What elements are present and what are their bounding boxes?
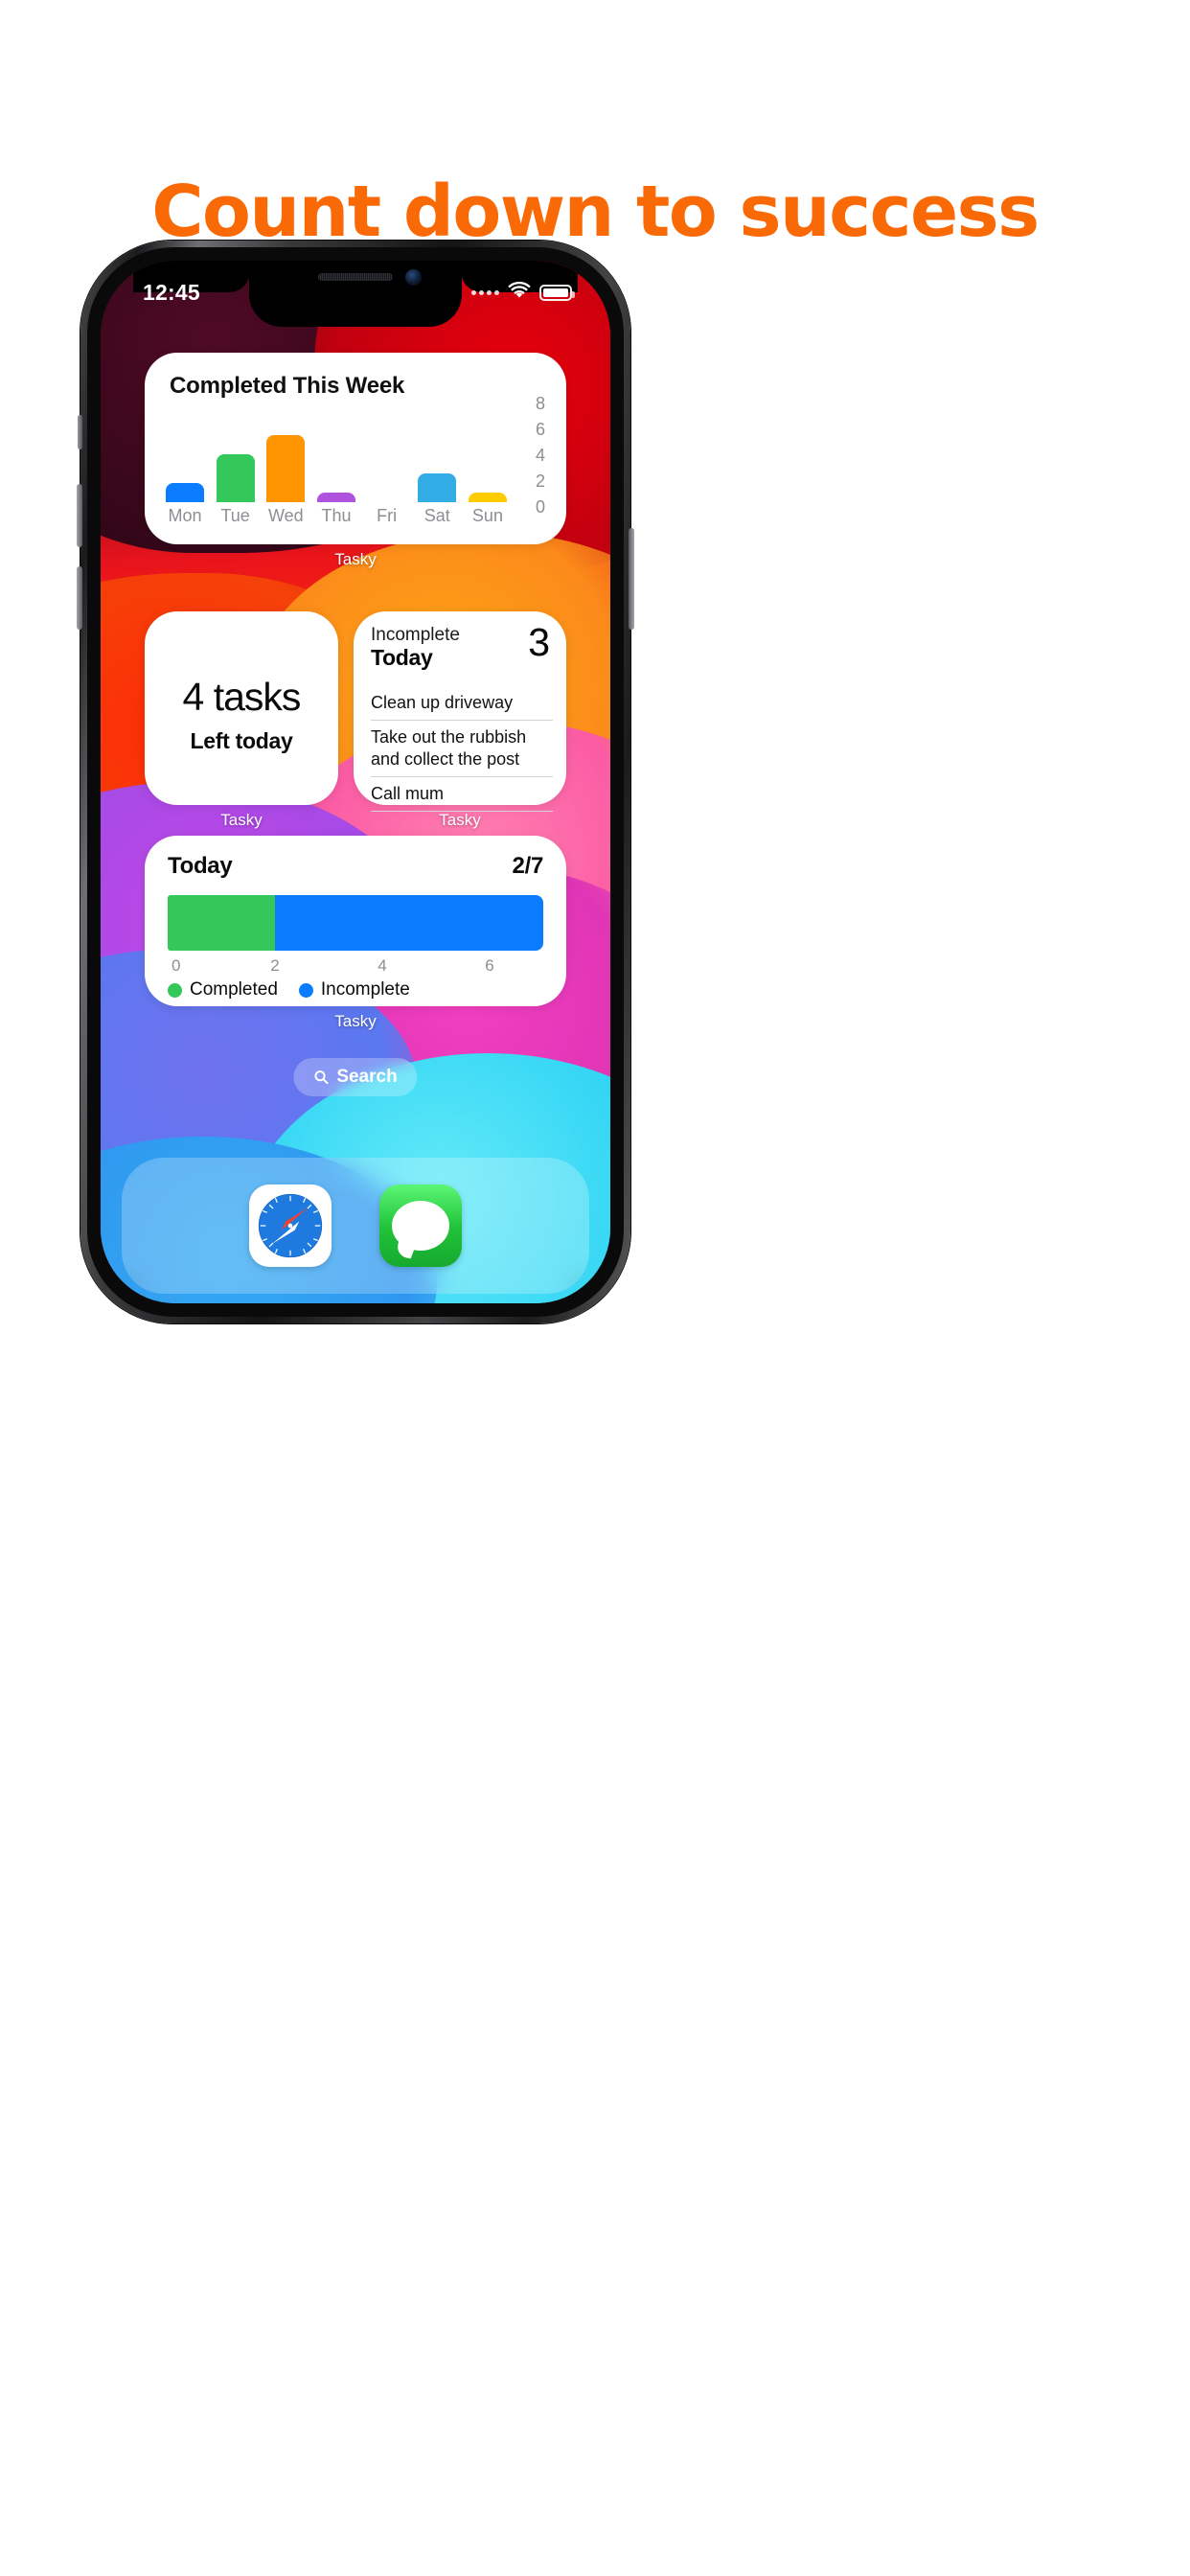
volume-up-button[interactable] [77,484,82,547]
chart-title: Completed This Week [170,373,405,399]
bar [266,435,306,502]
x-tick-label: 2 [270,956,280,975]
incomplete-title: Today [371,644,433,670]
legend-label: Completed [190,979,278,1000]
bar-column [316,426,355,502]
legend-swatch [298,982,313,998]
widget-completed-this-week[interactable]: Completed This Week Mon Tue Wed Thu Fri Sat Su… [145,353,566,544]
iphone-device: 12:45 Completed This Week Mon Tue Wed Th… [77,241,634,1323]
widget-today-progress[interactable]: Today 2/7 0 2 4 6 Completed Incomplete [145,836,566,1006]
task-list-item[interactable]: Clean up driveway [371,686,553,722]
search-icon [313,1070,329,1085]
progress-segment-completed [168,895,275,951]
dock [122,1158,589,1294]
phone-screen: 12:45 Completed This Week Mon Tue Wed Th… [101,261,610,1303]
status-bar: 12:45 [101,261,610,314]
x-tick-label: Sun [471,506,503,525]
task-list-item[interactable]: Call mum [371,777,553,813]
search-label: Search [336,1067,398,1087]
incomplete-task-list: Clean up driveway Take out the rubbish an… [371,686,553,813]
bar [468,493,507,502]
y-tick-label: 8 [535,394,545,413]
bar [316,493,355,502]
bar-column [166,426,204,502]
legend-label: Incomplete [320,979,410,1000]
today-progress-title: Today [168,853,233,879]
incomplete-kicker: Incomplete [371,625,460,645]
y-tick-label: 4 [535,446,545,465]
widget-label-chart: Tasky [334,550,377,568]
status-time: 12:45 [143,280,200,305]
today-progress-x-axis: 0 2 4 6 [168,956,543,976]
incomplete-count: 3 [528,620,550,664]
volume-down-button[interactable] [77,566,82,630]
legend-item: Completed [168,979,278,1000]
widget-incomplete-today[interactable]: Incomplete Today 3 Clean up driveway Take… [354,611,566,813]
x-tick-label: Tue [220,506,250,525]
bar-column [216,426,255,502]
battery-icon [539,285,575,301]
stacked-progress-bar [168,895,543,951]
widget-label-tasks-left: Tasky [220,811,263,829]
bar-chart-y-axis: 0 2 4 6 8 [513,395,545,517]
bar-column [468,426,507,502]
device-bezel: 12:45 Completed This Week Mon Tue Wed Th… [87,247,624,1317]
y-tick-label: 0 [535,497,545,517]
legend-swatch [168,982,182,998]
bar-column [266,426,306,502]
y-tick-label: 6 [535,420,545,439]
poster-page: Count down to success 12:45 Completed Th… [0,0,1190,2576]
bar-chart-x-axis: Mon Tue Wed Thu Fri Sat Sun [166,506,507,526]
power-button[interactable] [629,528,634,630]
tasks-left-subtitle: Left today [190,728,293,753]
bar-column [418,426,457,502]
safari-icon[interactable] [249,1184,332,1267]
bar [166,483,204,502]
signal-dots-icon [471,290,499,295]
x-tick-label: Mon [168,506,202,525]
silence-switch[interactable] [78,415,82,449]
x-tick-label: Sat [423,506,450,525]
today-progress-legend: Completed Incomplete [168,979,410,1000]
bar [418,473,457,502]
x-tick-label: Fri [377,506,398,525]
wifi-icon [508,281,531,304]
tasks-left-count: 4 tasks [182,675,302,719]
widget-label-today: Tasky [334,1012,377,1030]
x-tick-label: 6 [485,956,494,975]
x-tick-label: Wed [267,506,304,525]
legend-item: Incomplete [298,979,410,1000]
bar [216,454,255,502]
task-list-item[interactable]: Take out the rubbish and collect the pos… [371,721,553,777]
bar-column [368,426,406,502]
today-progress-fraction: 2/7 [512,853,544,879]
search-button[interactable]: Search [293,1058,418,1096]
y-tick-label: 2 [535,472,545,491]
status-indicators [471,281,575,304]
bar-chart-plot [166,426,507,502]
progress-segment-incomplete [275,895,543,951]
x-tick-label: 4 [378,956,387,975]
messages-icon[interactable] [379,1184,462,1267]
widget-tasks-left[interactable]: 4 tasks Left today [145,611,338,805]
x-tick-label: 0 [172,956,181,975]
x-tick-label: Thu [321,506,352,525]
incomplete-header: Incomplete Today [371,625,460,670]
widget-label-incomplete: Tasky [439,811,481,829]
